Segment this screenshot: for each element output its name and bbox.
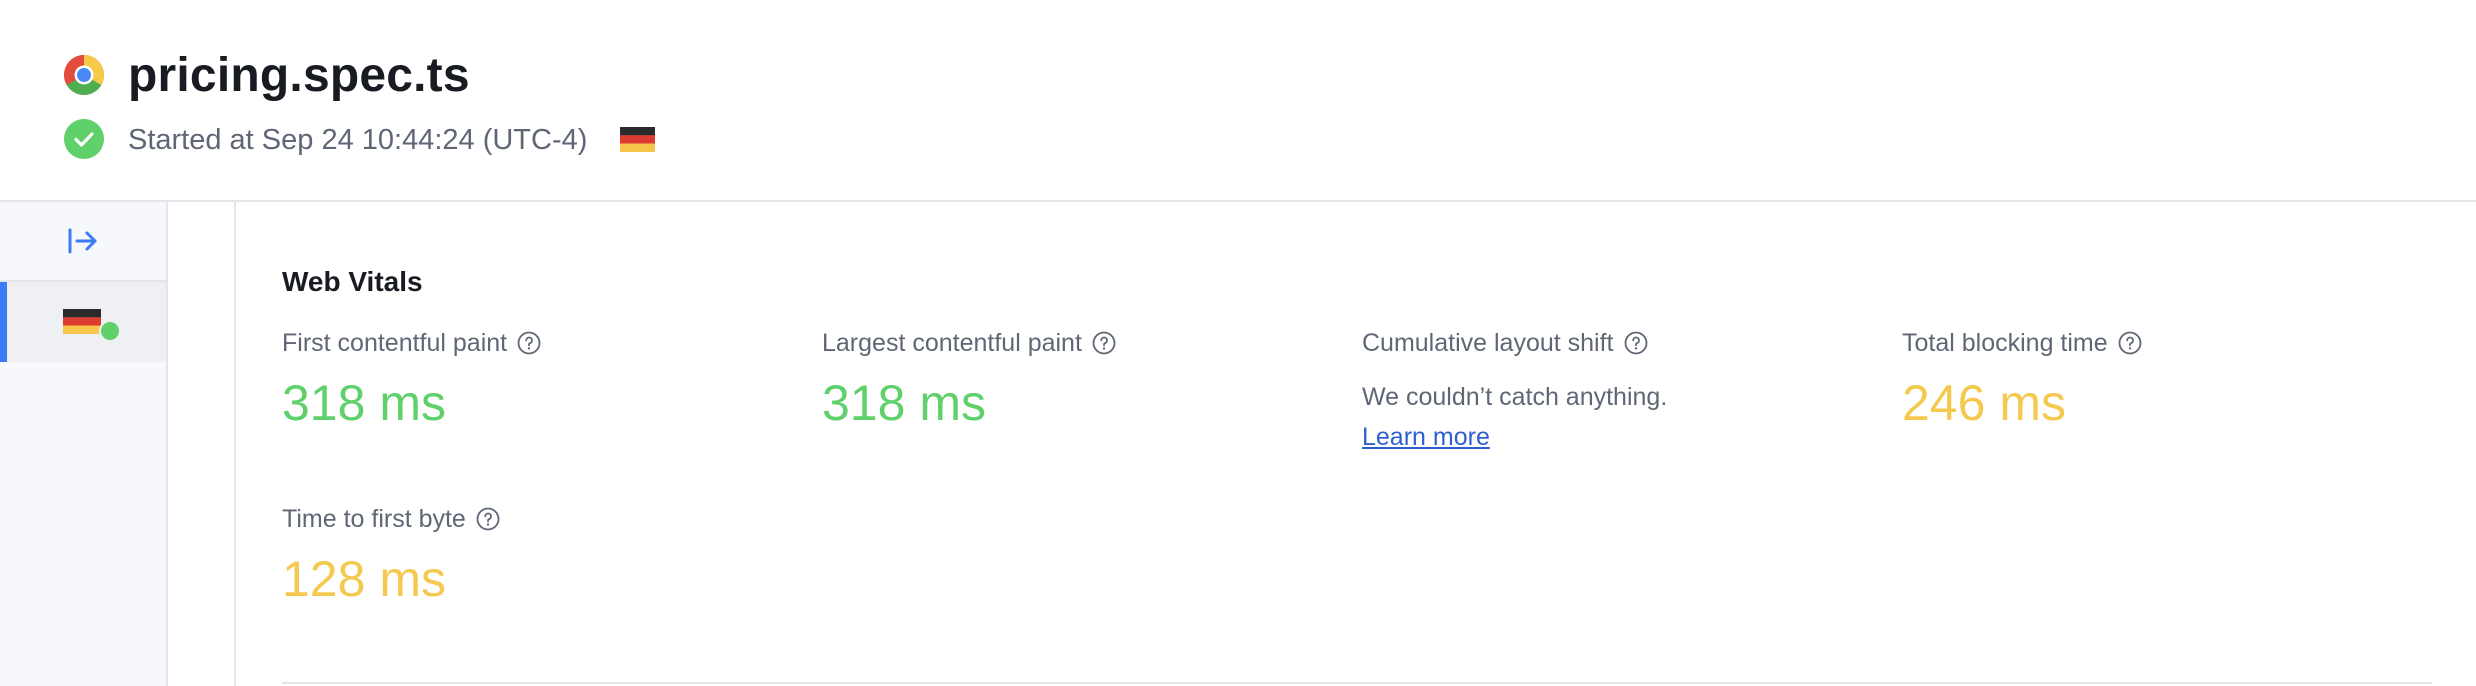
started-timestamp: Started at Sep 24 10:44:24 (UTC-4)	[128, 124, 588, 156]
expand-arrow-icon	[68, 228, 97, 254]
germany-flag-icon	[620, 127, 655, 152]
sidebar	[0, 202, 168, 686]
germany-flag-icon	[63, 309, 101, 334]
metric-time-to-first-byte: Time to first byte 128 ms	[282, 502, 500, 610]
page-header: pricing.spec.ts Started at Sep 24 10:44:…	[0, 0, 2476, 202]
metric-total-blocking-time: Total blocking time 246 ms	[1902, 326, 2142, 434]
help-icon[interactable]	[476, 507, 500, 531]
help-icon[interactable]	[2118, 331, 2142, 355]
metric-value: 318 ms	[822, 375, 986, 431]
metric-largest-contentful-paint: Largest contentful paint 318 ms	[822, 326, 1116, 434]
chrome-icon	[64, 55, 104, 95]
sidebar-run-item[interactable]	[0, 282, 166, 362]
metric-label: Total blocking time	[1902, 329, 2108, 357]
metric-value: 246 ms	[1902, 375, 2066, 431]
metric-cumulative-layout-shift: Cumulative layout shift We couldn’t catc…	[1362, 326, 1667, 454]
learn-more-link[interactable]: Learn more	[1362, 420, 1490, 454]
empty-state-text: We couldn’t catch anything.	[1362, 383, 1668, 411]
page-title: pricing.spec.ts	[128, 49, 470, 102]
check-circle-icon	[64, 119, 104, 159]
help-icon[interactable]	[1092, 331, 1116, 355]
help-icon[interactable]	[517, 331, 541, 355]
help-icon[interactable]	[1624, 331, 1648, 355]
metric-label: Cumulative layout shift	[1362, 329, 1614, 357]
metric-value: 128 ms	[282, 551, 446, 607]
metric-label: First contentful paint	[282, 329, 508, 357]
active-indicator	[0, 282, 7, 362]
expand-sidebar-button[interactable]	[0, 202, 166, 282]
status-dot-icon	[99, 320, 121, 342]
metric-label: Largest contentful paint	[822, 329, 1082, 357]
metric-first-contentful-paint: First contentful paint 318 ms	[282, 326, 541, 434]
web-vitals-panel: Web Vitals First contentful paint 318 ms…	[236, 202, 2476, 686]
divider	[282, 682, 2432, 684]
gutter	[168, 202, 236, 686]
section-title: Web Vitals	[282, 266, 423, 297]
metric-value: 318 ms	[282, 375, 446, 431]
metric-label: Time to first byte	[282, 505, 466, 533]
